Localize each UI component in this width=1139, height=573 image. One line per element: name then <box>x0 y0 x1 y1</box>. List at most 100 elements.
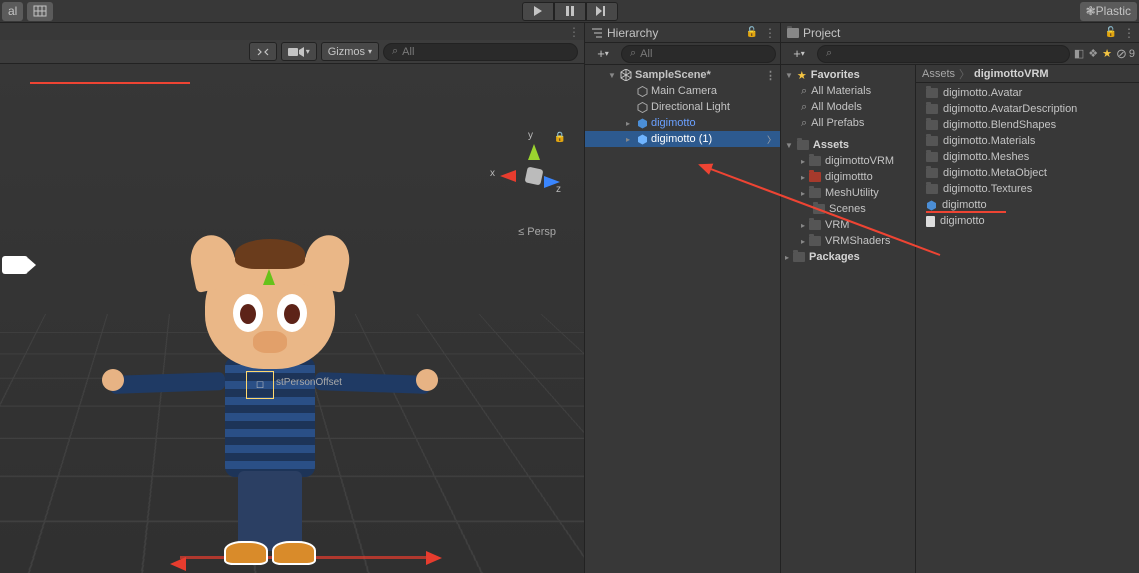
unity-scene-icon <box>619 69 633 81</box>
gizmos-dropdown[interactable]: Gizmos ▾ <box>321 42 379 61</box>
folder-scenes[interactable]: Scenes <box>781 201 915 217</box>
favorite-all-models[interactable]: ⌕All Models <box>781 99 915 115</box>
favorite-label: All Models <box>811 101 862 113</box>
plastic-scm-button[interactable]: ❃ Plastic <box>1080 2 1137 21</box>
play-button[interactable] <box>522 2 554 21</box>
favorite-label: All Materials <box>811 85 871 97</box>
hierarchy-item-digimotto[interactable]: ▸ digimotto <box>585 115 780 131</box>
tools-icon[interactable] <box>249 42 277 61</box>
axis-x-arrow[interactable] <box>426 551 442 565</box>
asset-label: digimotto.BlendShapes <box>943 119 1056 131</box>
asset-label: digimotto <box>940 215 985 227</box>
favorites-header[interactable]: ▼ ★ Favorites <box>781 67 915 83</box>
assets-label: Assets <box>813 139 849 151</box>
folder-icon <box>926 184 938 194</box>
hierarchy-tab[interactable]: Hierarchy <box>591 26 658 40</box>
favorite-filter-icon[interactable]: ★ <box>1102 47 1112 60</box>
orientation-gizmo[interactable]: y x z <box>504 146 564 206</box>
hierarchy-item-digimotto-1[interactable]: ▸ digimotto (1) 〉 <box>585 131 780 147</box>
camera-icon[interactable]: ▾ <box>281 42 317 61</box>
item-label: Main Camera <box>651 85 717 97</box>
create-asset-button[interactable]: + ▾ <box>785 45 813 63</box>
scene-viewport[interactable]: ☐ stPersonOffset 🔒 y x z Persp <box>0 64 584 573</box>
asset-folder[interactable]: digimotto.Materials <box>916 133 1139 149</box>
asset-label: digimotto.Textures <box>943 183 1032 195</box>
packages-label: Packages <box>809 251 860 263</box>
prefab-icon <box>635 118 649 128</box>
search-placeholder: All <box>402 46 414 58</box>
assets-header[interactable]: ▼ Assets <box>781 137 915 153</box>
project-tab[interactable]: Project <box>787 26 840 40</box>
folder-icon <box>926 168 938 178</box>
asset-label: digimotto <box>942 199 987 211</box>
folder-digimottto[interactable]: ▸digimottto <box>781 169 915 185</box>
camera-gizmo-icon <box>2 256 28 274</box>
breadcrumb-item[interactable]: digimottoVRM <box>974 68 1049 80</box>
folder-label: Scenes <box>829 203 866 215</box>
panel-menu-icon[interactable]: ⋮ <box>764 26 774 40</box>
hierarchy-search-input[interactable]: ⌕ All <box>621 45 776 63</box>
asset-folder[interactable]: digimotto.Avatar <box>916 85 1139 101</box>
open-prefab-icon[interactable]: 〉 <box>767 133 776 146</box>
lock-icon[interactable]: 🔓 <box>746 27 758 38</box>
project-icon <box>787 28 799 38</box>
hierarchy-item-directional-light[interactable]: Directional Light <box>585 99 780 115</box>
hierarchy-panel: Hierarchy 🔓 ⋮ + ▾ ⌕ All ▼ SampleScene* ⋮ <box>584 23 780 573</box>
folder-icon <box>926 88 938 98</box>
asset-folder[interactable]: digimotto.Meshes <box>916 149 1139 165</box>
axis-neg-x-arrow[interactable] <box>170 557 186 571</box>
perspective-label[interactable]: Persp <box>518 226 556 238</box>
folder-label: VRM <box>825 219 849 231</box>
panel-menu-icon[interactable]: ⋮ <box>1123 26 1133 40</box>
asset-label: digimotto.MetaObject <box>943 167 1047 179</box>
folder-vrmshaders[interactable]: ▸VRMShaders <box>781 233 915 249</box>
prefab-icon <box>635 134 649 144</box>
favorite-all-prefabs[interactable]: ⌕ All Prefabs <box>781 115 915 131</box>
favorite-all-materials[interactable]: ⌕All Materials <box>781 83 915 99</box>
search-icon: ⌕ <box>801 117 807 130</box>
filter-type-icon[interactable]: ❖ <box>1088 47 1098 60</box>
project-search-input[interactable]: ⌕ <box>817 45 1070 63</box>
plastic-icon: ❃ <box>1086 4 1096 18</box>
favorite-label: All Prefabs <box>811 117 864 129</box>
favorites-label: Favorites <box>811 69 860 81</box>
create-button[interactable]: + ▾ <box>589 45 617 63</box>
search-icon: ⌕ <box>826 47 832 60</box>
pause-button[interactable] <box>554 2 586 21</box>
folder-icon <box>809 220 821 230</box>
folder-icon <box>809 156 821 166</box>
hierarchy-item-main-camera[interactable]: Main Camera <box>585 83 780 99</box>
character-model[interactable]: ☐ stPersonOffset <box>120 239 420 573</box>
lock-icon[interactable]: 🔓 <box>1105 27 1117 38</box>
lock-icon[interactable]: 🔒 <box>554 132 566 143</box>
scene-menu-icon[interactable]: ⋮ <box>765 69 776 82</box>
folder-label: MeshUtility <box>825 187 879 199</box>
hidden-count-value: 9 <box>1129 48 1135 60</box>
asset-folder[interactable]: digimotto.AvatarDescription <box>916 101 1139 117</box>
scene-toolbar: ▾ Gizmos ▾ ⌕ All <box>0 40 584 64</box>
grid-snap-button[interactable] <box>27 2 53 21</box>
annotation-underline <box>30 82 190 84</box>
scene-search-input[interactable]: ⌕ All <box>383 43 578 61</box>
first-person-offset-gizmo[interactable]: ☐ <box>246 371 274 399</box>
hierarchy-icon <box>591 27 603 39</box>
hidden-count[interactable]: ⊘ 9 <box>1116 46 1135 62</box>
packages-header[interactable]: ▸ Packages <box>781 249 915 265</box>
search-icon: ⌕ <box>630 47 636 60</box>
folder-icon <box>813 204 825 214</box>
asset-file-digimotto[interactable]: digimotto <box>916 213 1139 229</box>
asset-folder[interactable]: digimotto.Textures <box>916 181 1139 197</box>
asset-folder[interactable]: digimotto.MetaObject <box>916 165 1139 181</box>
step-button[interactable] <box>586 2 618 21</box>
panel-menu-icon[interactable]: ⋮ <box>568 25 578 39</box>
folder-digimottovrm[interactable]: ▸digimottoVRM <box>781 153 915 169</box>
axis-y-arrow[interactable] <box>263 269 275 285</box>
folder-icon <box>926 136 938 146</box>
asset-folder[interactable]: digimotto.BlendShapes <box>916 117 1139 133</box>
folder-vrm[interactable]: ▸VRM <box>781 217 915 233</box>
breadcrumb-item[interactable]: Assets <box>922 68 955 80</box>
filter-icon[interactable]: ◧ <box>1074 47 1084 60</box>
scene-row[interactable]: ▼ SampleScene* ⋮ <box>585 67 780 83</box>
folder-meshutility[interactable]: ▸MeshUtility <box>781 185 915 201</box>
item-label: Directional Light <box>651 101 730 113</box>
